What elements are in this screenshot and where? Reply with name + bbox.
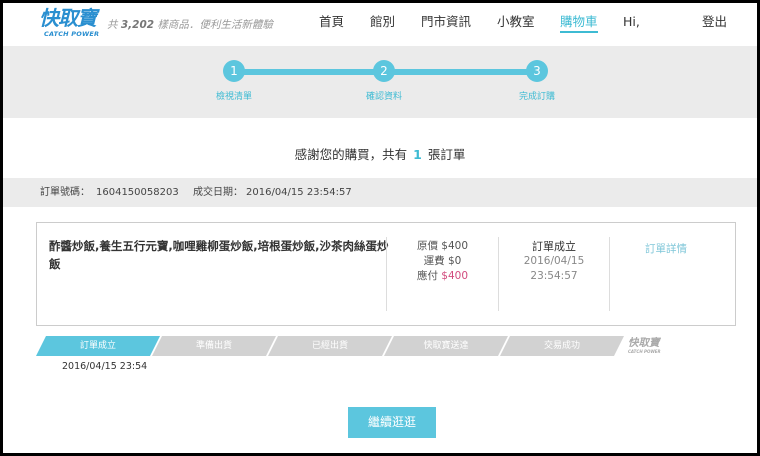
step-3-label: 完成訂購 (518, 92, 555, 102)
step-3-circle: 3 (526, 60, 548, 82)
progress-active-date: 2016/04/15 23:54 (62, 361, 148, 372)
logo-sub-text: CATCH POWER (44, 30, 100, 38)
shipping-label: 運費 (423, 255, 445, 267)
progress-logo: 快取寶 CATCH POWER (628, 337, 661, 354)
price-value: $400 (441, 240, 469, 252)
order-detail-link[interactable]: 訂單詳情 (610, 241, 722, 256)
site-logo[interactable]: 快取寶 CATCH POWER (39, 6, 103, 40)
due-label: 應付 (416, 270, 438, 282)
step-1-circle: 1 (223, 60, 245, 82)
step-2-circle: 2 (373, 60, 395, 82)
order-date: 2016/04/15 23:54:57 (246, 187, 352, 198)
order-count: 1 (413, 147, 422, 162)
progress-logo-main: 快取寶 (628, 337, 660, 349)
site-header: 快取寶 CATCH POWER 共 3,202 樣商品．便利生活新體驗 首頁 館… (3, 3, 757, 46)
nav-classroom[interactable]: 小教室 (497, 14, 535, 30)
nav-greeting: Hi, (623, 14, 640, 29)
continue-shopping-button[interactable]: 繼續逛逛 (348, 407, 436, 438)
tagline-count: 3,202 (120, 19, 155, 31)
nav-categories[interactable]: 館別 (370, 14, 395, 30)
shipping-value: $0 (447, 255, 462, 267)
checkout-steps: 1 2 3 檢視清單 確認資料 完成訂購 (3, 46, 757, 118)
order-info-bar: 訂單號碼： 1604150058203 成交日期： 2016/04/15 23:… (3, 178, 757, 207)
status-date: 2016/04/15 (523, 255, 585, 267)
progress-stage: 訂單成立 (36, 336, 160, 356)
tagline-prefix: 共 (107, 19, 118, 31)
order-items: 酢醬炒飯,養生五行元寶,咖哩雞柳蛋炒飯,培根蛋炒飯,沙茶肉絲蛋炒飯 (49, 239, 389, 271)
order-card: 酢醬炒飯,養生五行元寶,咖哩雞柳蛋炒飯,培根蛋炒飯,沙茶肉絲蛋炒飯 原價 $40… (36, 222, 736, 326)
order-prices: 原價 $400 運費 $0 應付 $400 (387, 239, 498, 284)
progress-stage: 準備出貨 (152, 336, 276, 356)
tagline: 共 3,202 樣商品．便利生活新體驗 (107, 17, 273, 32)
nav-store-info[interactable]: 門市資訊 (421, 14, 471, 30)
nav-home[interactable]: 首頁 (319, 14, 344, 30)
status-time: 23:54:57 (530, 270, 578, 282)
nav-cart[interactable]: 購物車 (560, 14, 598, 33)
thanks-suffix: 張訂單 (427, 147, 466, 162)
step-2-label: 確認資料 (365, 92, 402, 102)
order-number: 1604150058203 (96, 187, 179, 198)
progress-stage: 快取寶送達 (384, 336, 508, 356)
progress-stage: 交易成功 (500, 336, 624, 356)
due-value: $400 (441, 270, 469, 282)
logo-main-text: 快取寶 (39, 6, 97, 30)
shipping-row: 運費 $0 (387, 254, 498, 269)
progress-logo-sub: CATCH POWER (628, 349, 661, 354)
thanks-prefix: 感謝您的購買，共有 (294, 147, 408, 162)
status-text: 訂單成立 (532, 240, 576, 253)
price-row: 原價 $400 (387, 239, 498, 254)
tagline-suffix: 樣商品．便利生活新體驗 (157, 19, 273, 31)
due-row: 應付 $400 (387, 269, 498, 284)
nav-logout[interactable]: 登出 (702, 14, 727, 30)
price-label: 原價 (416, 240, 438, 252)
step-1-label: 檢視清單 (215, 92, 252, 102)
order-status: 訂單成立 2016/04/15 23:54:57 (499, 239, 609, 284)
order-date-label: 成交日期： (193, 187, 243, 198)
thanks-message: 感謝您的購買，共有 1 張訂單 (3, 144, 757, 163)
page-frame: 快取寶 CATCH POWER 共 3,202 樣商品．便利生活新體驗 首頁 館… (3, 3, 757, 453)
order-number-label: 訂單號碼： (40, 187, 90, 198)
progress-stage: 已經出貨 (268, 336, 392, 356)
